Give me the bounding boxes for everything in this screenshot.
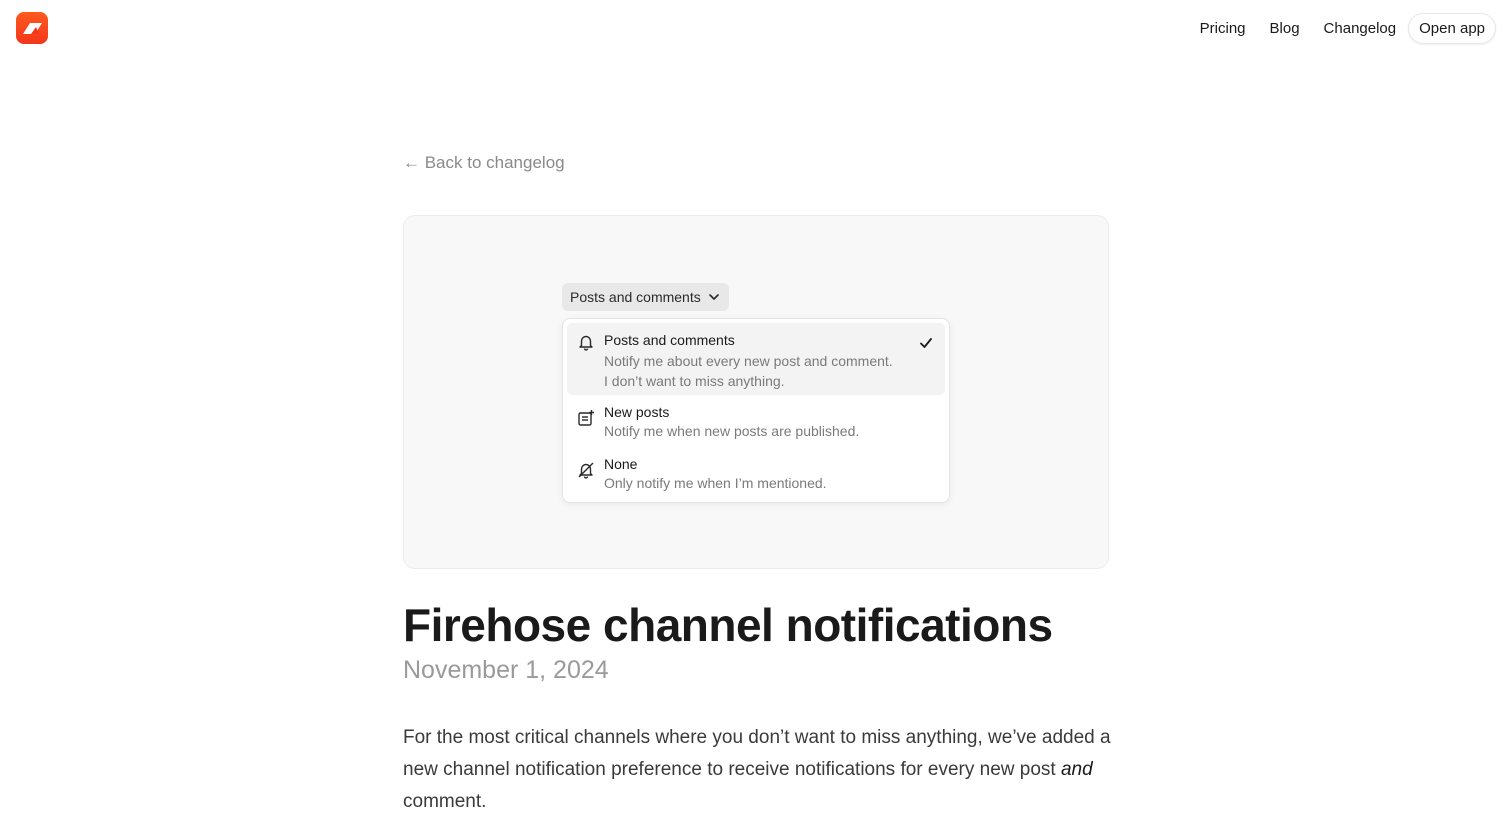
new-post-icon bbox=[578, 410, 594, 426]
body-text-end: comment. bbox=[403, 791, 487, 812]
back-to-changelog-link[interactable]: ← Back to changelog bbox=[403, 153, 565, 173]
option-title: None bbox=[604, 456, 638, 472]
article-body: For the most critical channels where you… bbox=[403, 722, 1115, 814]
notification-dropdown-menu: Posts and comments Notify me about every… bbox=[562, 318, 950, 503]
option-description: Only notify me when I’m mentioned. bbox=[604, 475, 827, 491]
bell-off-icon bbox=[578, 462, 594, 479]
option-posts-and-comments[interactable]: Posts and comments Notify me about every… bbox=[567, 323, 945, 395]
select-trigger-label: Posts and comments bbox=[570, 289, 701, 305]
option-none[interactable]: None Only notify me when I’m mentioned. bbox=[567, 451, 945, 499]
notification-select-trigger[interactable]: Posts and comments bbox=[562, 283, 729, 311]
logo-icon[interactable] bbox=[16, 12, 48, 44]
nav-changelog-link[interactable]: Changelog bbox=[1324, 20, 1397, 37]
top-nav: Pricing Blog Changelog Open app bbox=[1176, 12, 1496, 44]
option-description: Notify me when new posts are published. bbox=[604, 423, 860, 439]
bell-icon bbox=[579, 335, 593, 351]
option-description: I don’t want to miss anything. bbox=[604, 373, 785, 389]
option-title: Posts and comments bbox=[604, 332, 735, 348]
nav-pricing-link[interactable]: Pricing bbox=[1200, 20, 1246, 37]
option-new-posts[interactable]: New posts Notify me when new posts are p… bbox=[567, 399, 945, 447]
check-icon bbox=[920, 338, 932, 348]
hero-image: Posts and comments Posts and comments No… bbox=[403, 215, 1109, 569]
body-emphasis: and bbox=[1060, 759, 1093, 780]
option-title: New posts bbox=[604, 404, 670, 420]
open-app-button[interactable]: Open app bbox=[1408, 12, 1496, 44]
chevron-down-icon bbox=[709, 294, 719, 300]
option-description: Notify me about every new post and comme… bbox=[604, 353, 893, 369]
nav-blog-link[interactable]: Blog bbox=[1270, 20, 1300, 37]
article-date: November 1, 2024 bbox=[403, 656, 609, 684]
body-text: For the most critical channels where you… bbox=[403, 727, 1111, 780]
article-title: Firehose channel notifications bbox=[403, 599, 1053, 651]
